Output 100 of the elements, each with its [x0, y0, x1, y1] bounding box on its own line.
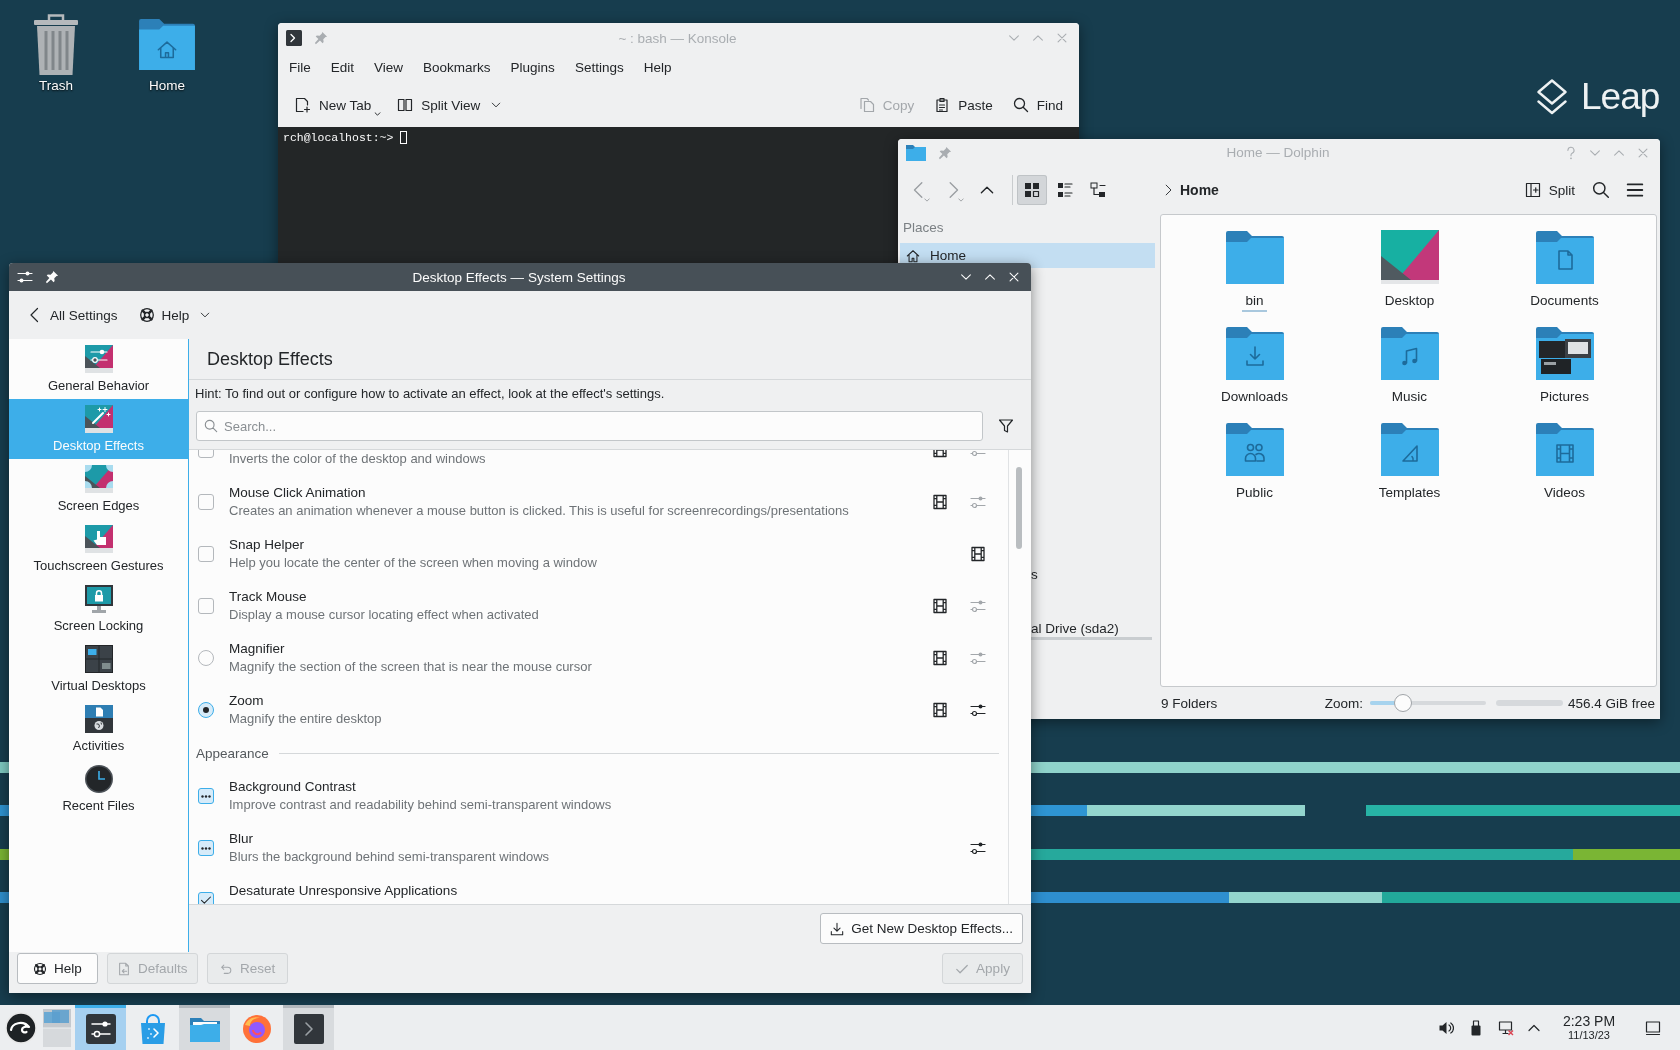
- folder-item[interactable]: bin: [1177, 230, 1332, 326]
- folder-item[interactable]: Pictures: [1487, 326, 1642, 422]
- split-view-button[interactable]: Split View: [391, 89, 509, 121]
- sidebar-item[interactable]: Touchscreen Gestures: [9, 519, 188, 579]
- wallpaper-thumbnail-icon: [1380, 230, 1439, 284]
- terminal-icon[interactable]: [286, 30, 302, 46]
- split-columns-icon: [397, 97, 414, 113]
- effect-name: Blur: [229, 830, 253, 848]
- places-heading: Places: [902, 219, 945, 237]
- round-logo-icon[interactable]: [5, 1011, 37, 1044]
- sliders-screen-icon: [84, 345, 113, 373]
- checkbox[interactable]: [198, 840, 214, 856]
- film-icon[interactable]: [932, 650, 948, 666]
- screen-corners-icon: [84, 465, 113, 493]
- task-button[interactable]: [179, 1005, 230, 1050]
- effect-name: Zoom: [229, 692, 264, 710]
- filter-icon[interactable]: [998, 418, 1014, 434]
- menu-item[interactable]: View: [374, 59, 404, 77]
- film-folder-icon: [1535, 422, 1594, 476]
- close-icon[interactable]: [1007, 270, 1021, 284]
- clock-date[interactable]: 11/13/23: [1568, 1029, 1610, 1042]
- desktop-shortcut[interactable]: Trash: [11, 10, 101, 94]
- folder-item[interactable]: Public: [1177, 422, 1332, 518]
- find-button[interactable]: Find: [1006, 89, 1069, 121]
- download-icon: [830, 921, 845, 936]
- scrollbar-thumb[interactable]: [1016, 467, 1022, 549]
- zoom-label: Zoom:: [1324, 695, 1363, 711]
- speaker-icon[interactable]: [1438, 1019, 1454, 1036]
- folder-icon[interactable]: [906, 144, 926, 161]
- search-icon[interactable]: [1592, 181, 1610, 199]
- menu-item[interactable]: Plugins: [510, 59, 555, 77]
- menu-item[interactable]: Bookmarks: [423, 59, 491, 77]
- clock-time[interactable]: 2:23 PM: [1562, 1013, 1616, 1029]
- folder-icon: [1225, 230, 1284, 284]
- sliders-icon[interactable]: [970, 494, 986, 510]
- menu-item[interactable]: Settings: [574, 59, 624, 77]
- effect-name: Magnifier: [229, 640, 285, 658]
- places-item[interactable]: al Drive (sda2): [1031, 621, 1119, 637]
- checkbox[interactable]: [198, 450, 214, 458]
- folder-item[interactable]: Downloads: [1177, 326, 1332, 422]
- logo-text: Leap: [1581, 77, 1660, 117]
- sliders-icon[interactable]: [970, 598, 986, 614]
- slider-handle[interactable]: [1394, 694, 1413, 712]
- checkbox[interactable]: [198, 546, 214, 562]
- effect-description: Help you locate the center of the screen when moving a window: [229, 554, 597, 572]
- get-new-button[interactable]: Get New Desktop Effects...: [820, 913, 1023, 944]
- menu-item[interactable]: Help: [643, 59, 672, 77]
- sidebar-item[interactable]: Recent Files: [9, 759, 188, 819]
- checkbox[interactable]: [198, 788, 214, 804]
- sidebar-item[interactable]: Virtual Desktops: [9, 639, 188, 699]
- sliders-icon[interactable]: [970, 650, 986, 666]
- film-icon[interactable]: [932, 598, 948, 614]
- folder-item[interactable]: Videos: [1487, 422, 1642, 518]
- zoom-slider[interactable]: [1369, 693, 1486, 713]
- task-button[interactable]: [75, 1005, 126, 1050]
- hint-text: Hint: To find out or configure how to activate an effect, look at the effect's settings.: [194, 385, 665, 402]
- view-mode-button[interactable]: [1017, 175, 1047, 205]
- menu-item[interactable]: File: [289, 59, 311, 77]
- clock-icon: [84, 765, 113, 793]
- places-item[interactable]: s: [1031, 567, 1038, 583]
- sliders-icon[interactable]: [970, 702, 986, 718]
- desktop-shortcut[interactable]: Home: [122, 10, 212, 94]
- sliders-icon[interactable]: [17, 269, 33, 285]
- screen-icon[interactable]: [1645, 1019, 1661, 1036]
- task-button[interactable]: [283, 1005, 334, 1050]
- effect-name: Mouse Click Animation: [229, 484, 366, 502]
- sidebar-item[interactable]: Screen Edges: [9, 459, 188, 519]
- film-icon[interactable]: [970, 546, 986, 562]
- checkbox[interactable]: [198, 892, 214, 904]
- monitor-cross-icon[interactable]: [1498, 1019, 1514, 1036]
- radio-button[interactable]: [198, 650, 214, 666]
- effect-description: Inverts the color of the desktop and windows: [229, 450, 486, 468]
- film-icon[interactable]: [932, 702, 948, 718]
- film-icon[interactable]: [932, 494, 948, 510]
- sidebar-item[interactable]: Screen Locking: [9, 579, 188, 639]
- folder-item[interactable]: Music: [1332, 326, 1487, 422]
- help-menu-button[interactable]: Help: [132, 299, 218, 331]
- back-button[interactable]: All Settings: [21, 299, 124, 331]
- undo-icon: [218, 961, 233, 976]
- film-icon[interactable]: [932, 450, 948, 458]
- status-text: 9 Folders: [1161, 695, 1218, 711]
- sliders-icon[interactable]: [970, 450, 986, 458]
- sidebar-item[interactable]: General Behavior: [9, 339, 188, 399]
- breadcrumb-item[interactable]: Home: [1180, 182, 1219, 198]
- pin-icon[interactable]: [45, 270, 59, 284]
- folder-item[interactable]: Documents: [1487, 230, 1642, 326]
- folder-item[interactable]: Templates: [1332, 422, 1487, 518]
- sliders-icon[interactable]: [970, 840, 986, 856]
- radio-dot-icon: [203, 707, 209, 713]
- menu-item[interactable]: Edit: [330, 59, 355, 77]
- new-tab-button[interactable]: New Tab: [289, 89, 388, 121]
- paste-button[interactable]: Paste: [928, 89, 999, 121]
- folder-item[interactable]: Desktop: [1332, 230, 1487, 326]
- split-button[interactable]: Split: [1518, 174, 1581, 206]
- checkbox[interactable]: [198, 494, 214, 510]
- sidebar-item[interactable]: Activities: [9, 699, 188, 759]
- checkbox[interactable]: [198, 598, 214, 614]
- menu-icon[interactable]: [1626, 181, 1644, 199]
- help-button[interactable]: Help: [17, 953, 98, 984]
- radio-button[interactable]: [198, 702, 214, 718]
